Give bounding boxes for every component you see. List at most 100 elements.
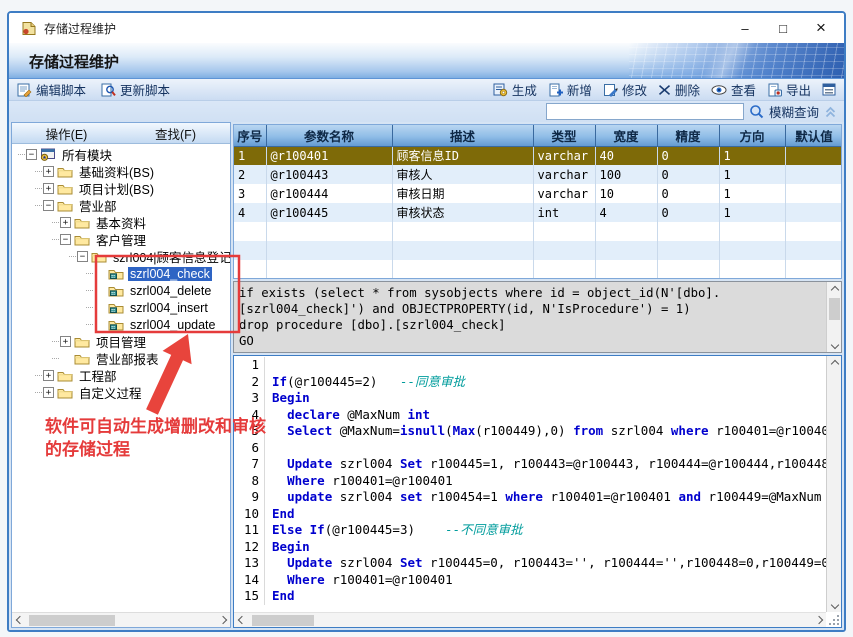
- code-segment: (: [445, 423, 453, 440]
- tree-expand-toggle[interactable]: −: [60, 234, 71, 245]
- search-icon[interactable]: [749, 104, 764, 119]
- tree-expand-toggle[interactable]: +: [43, 166, 54, 177]
- tree-expand-toggle[interactable]: −: [77, 251, 88, 262]
- scroll-thumb[interactable]: [29, 615, 115, 626]
- tree-expand-toggle[interactable]: +: [43, 370, 54, 381]
- folder-icon: [74, 353, 90, 365]
- column-header-方向[interactable]: 方向: [719, 125, 785, 146]
- tree-expand-toggle[interactable]: +: [43, 387, 54, 398]
- code-segment: szrl004: [332, 456, 400, 473]
- scroll-left-icon[interactable]: [12, 613, 27, 628]
- search-input[interactable]: [546, 103, 744, 120]
- table-cell: 100: [595, 165, 657, 184]
- toolbar-add-button[interactable]: 新增: [548, 80, 592, 99]
- tree-item-6[interactable]: −szrl004|顾客信息登记: [12, 248, 230, 265]
- code-segment: Begin: [272, 390, 310, 407]
- table-row[interactable]: [234, 241, 842, 260]
- tree-item-14[interactable]: +自定义过程: [12, 384, 230, 401]
- tree-horizontal-scrollbar[interactable]: [12, 612, 230, 627]
- column-header-参数名称[interactable]: 参数名称: [266, 125, 392, 146]
- line-number: 1: [234, 357, 265, 374]
- table-cell: 0: [657, 203, 719, 222]
- sql-header-view[interactable]: if exists (select * from sysobjects wher…: [233, 281, 842, 353]
- table-row[interactable]: 1@r100401顾客信息IDvarchar4001: [234, 146, 842, 165]
- scroll-thumb[interactable]: [829, 298, 840, 320]
- tree-item-13[interactable]: +工程部: [12, 367, 230, 384]
- tree-item-9[interactable]: szrl004_insert: [12, 299, 230, 316]
- scroll-up-icon[interactable]: [827, 356, 842, 371]
- scroll-down-icon[interactable]: [827, 337, 842, 352]
- sql-header-line: [szrl004_check]') and OBJECTPROPERTY(id,…: [239, 301, 823, 317]
- table-cell: 0: [657, 146, 719, 165]
- column-header-精度[interactable]: 精度: [657, 125, 719, 146]
- line-number: 2: [234, 374, 265, 391]
- close-button[interactable]: ×: [802, 15, 840, 41]
- code-horizontal-scrollbar[interactable]: [234, 612, 826, 627]
- scroll-thumb[interactable]: [252, 615, 314, 626]
- tree-expand-toggle[interactable]: +: [60, 217, 71, 228]
- toolbar-columns-button[interactable]: [822, 83, 836, 96]
- tree-expand-toggle[interactable]: +: [43, 183, 54, 194]
- tree-expand-toggle[interactable]: −: [43, 200, 54, 211]
- folder-icon: [57, 200, 73, 212]
- tree-item-8[interactable]: szrl004_delete: [12, 282, 230, 299]
- table-row[interactable]: 2@r100443审核人varchar10001: [234, 165, 842, 184]
- header-banner: 存储过程维护: [9, 43, 844, 79]
- column-header-宽度[interactable]: 宽度: [595, 125, 657, 146]
- tab-operate[interactable]: 操作(E): [12, 123, 121, 143]
- code-segment: and: [678, 489, 701, 506]
- scroll-left-icon[interactable]: [234, 613, 249, 628]
- code-vertical-scrollbar[interactable]: [826, 356, 841, 612]
- fuzzy-query-button[interactable]: 模糊查询: [769, 102, 819, 121]
- column-header-描述[interactable]: 描述: [392, 125, 533, 146]
- module-tree-panel: 操作(E) 查找(F) −所有模块+基础资料(BS)+项目计划(BS)−营业部+…: [11, 122, 231, 628]
- toolbar-delete-button[interactable]: 删除: [658, 80, 700, 99]
- scroll-up-icon[interactable]: [827, 282, 842, 297]
- tree-item-2[interactable]: +项目计划(BS): [12, 180, 230, 197]
- chevron-double-up-icon[interactable]: [824, 106, 837, 118]
- tree-expand-toggle[interactable]: −: [26, 149, 37, 160]
- tree-item-5[interactable]: −客户管理: [12, 231, 230, 248]
- code-segment: isnull: [400, 423, 445, 440]
- toolbar-view-label: 查看: [731, 80, 756, 99]
- minimize-button[interactable]: –: [726, 15, 764, 41]
- toolbar-view-button[interactable]: 查看: [711, 80, 756, 99]
- toolbar-generate-button[interactable]: 生成: [493, 80, 537, 99]
- tree-item-10[interactable]: szrl004_update: [12, 316, 230, 333]
- folder-icon: [57, 370, 73, 382]
- title-bar: 存储过程维护 – □ ×: [9, 13, 844, 43]
- table-row[interactable]: 3@r100444审核日期varchar1001: [234, 184, 842, 203]
- tree-item-12[interactable]: 营业部报表: [12, 350, 230, 367]
- toolbar-update-script-button[interactable]: 更新脚本: [101, 80, 170, 99]
- maximize-button[interactable]: □: [764, 15, 802, 41]
- toolbar-modify-button[interactable]: 修改: [603, 80, 647, 99]
- column-header-序号[interactable]: 序号: [234, 125, 266, 146]
- tab-find[interactable]: 查找(F): [121, 123, 230, 143]
- scroll-right-icon[interactable]: [811, 613, 826, 628]
- table-row[interactable]: 4@r100445审核状态int401: [234, 203, 842, 222]
- tree-item-0[interactable]: −所有模块: [12, 146, 230, 163]
- sql-vertical-scrollbar[interactable]: [826, 282, 841, 352]
- tree-item-3[interactable]: −营业部: [12, 197, 230, 214]
- code-segment: set: [400, 489, 423, 506]
- scroll-right-icon[interactable]: [215, 613, 230, 628]
- tree-item-4[interactable]: +基本资料: [12, 214, 230, 231]
- toolbar-edit-script-button[interactable]: 编辑脚本: [17, 80, 86, 99]
- toolbar-export-label: 导出: [786, 80, 811, 99]
- tree-item-11[interactable]: +项目管理: [12, 333, 230, 350]
- tree-expand-toggle[interactable]: +: [60, 336, 71, 347]
- column-header-默认值[interactable]: 默认值: [785, 125, 842, 146]
- table-row[interactable]: [234, 260, 842, 279]
- toolbar: 编辑脚本更新脚本 生成新增修改删除 查看 导出: [9, 79, 844, 101]
- tree-item-7[interactable]: szrl004_check: [12, 265, 230, 282]
- procedure-code-editor[interactable]: 12If(@r100445=2) --同意审批3Begin4 declare @…: [233, 355, 842, 628]
- toolbar-export-button[interactable]: 导出: [767, 80, 811, 99]
- update-script-icon: [101, 83, 116, 97]
- table-cell: [533, 222, 595, 241]
- code-area[interactable]: 12If(@r100445=2) --同意审批3Begin4 declare @…: [234, 357, 826, 612]
- tree-item-1[interactable]: +基础资料(BS): [12, 163, 230, 180]
- scroll-down-icon[interactable]: [827, 597, 842, 612]
- column-header-类型[interactable]: 类型: [533, 125, 595, 146]
- resize-grip[interactable]: [828, 614, 839, 625]
- table-row[interactable]: [234, 222, 842, 241]
